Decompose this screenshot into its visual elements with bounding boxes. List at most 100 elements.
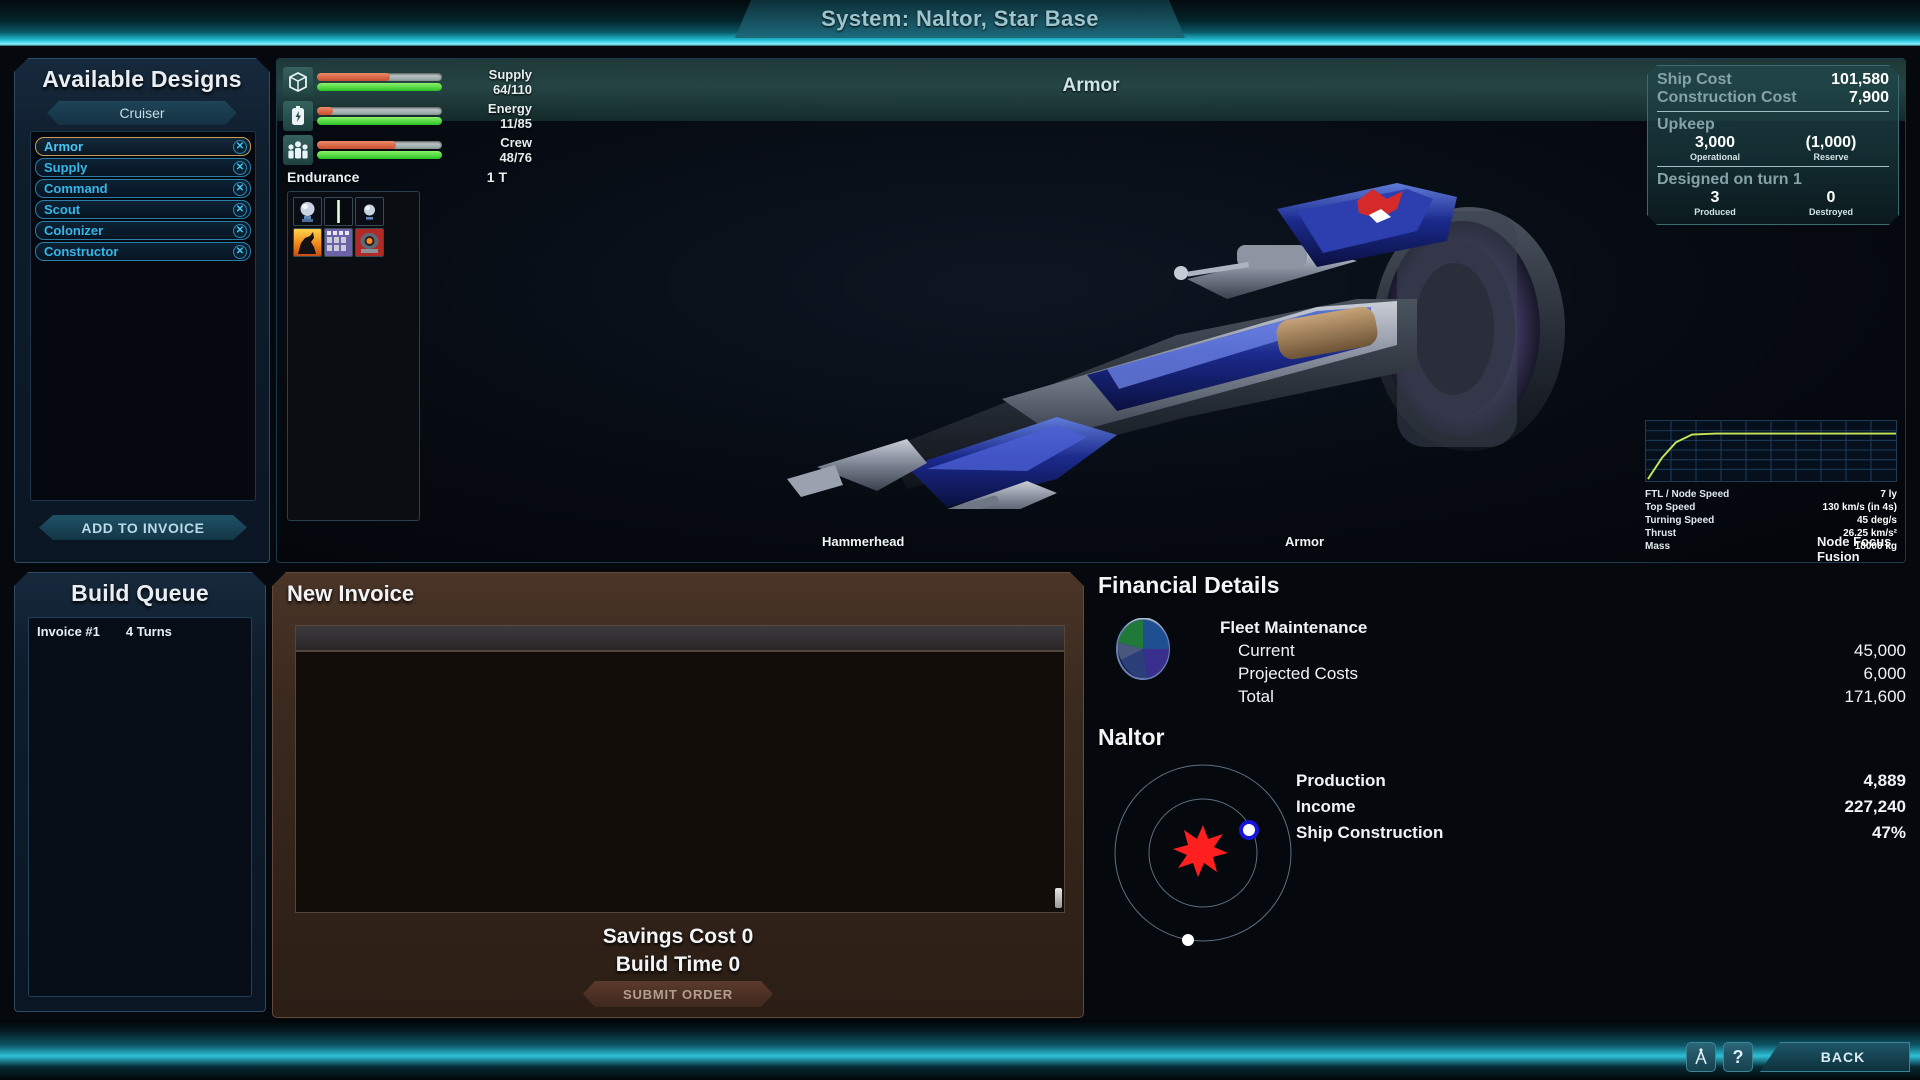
design-item-armor[interactable]: Armor ✕ (35, 137, 251, 156)
destroyed-stat: 0 Destroyed (1773, 189, 1889, 217)
close-icon[interactable]: ✕ (233, 140, 247, 154)
top-bar: System: Naltor, Star Base (0, 0, 1920, 46)
upkeep-label: Upkeep (1657, 116, 1715, 133)
available-designs-panel: Available Designs Cruiser Armor ✕ Supply ✕ C… (14, 58, 270, 563)
reactor-module-icon[interactable] (355, 228, 384, 257)
stat-bar-upper (317, 107, 442, 115)
spec-key: Mass (1645, 541, 1671, 552)
ship-cost-value: 101,580 (1831, 71, 1889, 88)
sensor-small-module-icon[interactable] (355, 197, 384, 226)
design-item-constructor[interactable]: Constructor ✕ (35, 242, 251, 261)
pie-chart-icon (1116, 618, 1170, 680)
system-name-title: Naltor (1098, 724, 1165, 750)
close-icon[interactable]: ✕ (233, 203, 247, 217)
ship-class-tab[interactable]: Cruiser (47, 101, 237, 125)
stat-bars (317, 139, 442, 161)
queue-item-turns: 4 Turns (125, 624, 172, 639)
designs-list[interactable]: Armor ✕ Supply ✕ Command ✕ Scout ✕ Colonizer ✕ Con… (30, 131, 256, 501)
build-queue-panel: Build Queue Invoice #1 4 Turns (14, 572, 266, 1012)
question-mark-icon[interactable]: ? (1723, 1042, 1753, 1072)
invoice-footer: Savings Cost 0 Build Time 0 SUBMIT ORDER (273, 925, 1083, 1007)
system-stat-label: Ship Construction (1296, 823, 1444, 842)
system-stat-label: Production (1296, 771, 1386, 790)
spec-key: FTL / Node Speed (1645, 489, 1730, 500)
invoice-scrollbar-thumb[interactable] (1055, 888, 1062, 908)
supply-crate-icon (283, 67, 313, 97)
stat-bar-lower (317, 151, 442, 159)
design-item-colonizer[interactable]: Colonizer ✕ (35, 221, 251, 240)
finance-row: Total 171,600 (1220, 685, 1906, 708)
finance-value: 45,000 (1854, 641, 1906, 660)
spec-row: FTL / Node Speed 7 ly (1645, 489, 1897, 500)
design-item-label: Supply (44, 160, 88, 175)
beam-module-icon[interactable] (324, 197, 353, 226)
build-queue-title: Build Queue (71, 580, 209, 606)
stat-bar-upper (317, 73, 442, 81)
produced-stat: 3 Produced (1657, 189, 1773, 217)
bottom-actions: ? BACK (1686, 1042, 1910, 1072)
invoice-column-header (295, 625, 1065, 651)
stat-row-supply: Supply 64/110 (283, 65, 713, 99)
production-values: 3 Produced 0 Destroyed (1657, 189, 1889, 217)
finance-row: Fleet Maintenance (1220, 616, 1906, 639)
stat-text: Crew 48/76 (452, 135, 532, 165)
spec-value: 26.25 km/s² (1843, 528, 1897, 539)
reserve-label: Reserve (1813, 152, 1849, 162)
invoice-items-area[interactable] (295, 651, 1065, 913)
stat-value: 11/85 (500, 116, 532, 131)
produced-label: Produced (1694, 207, 1736, 217)
operational-value: 3,000 (1694, 134, 1736, 151)
stat-label: Supply (488, 67, 532, 82)
endurance-row: Endurance 1 T (287, 169, 507, 185)
close-icon[interactable]: ✕ (233, 161, 247, 175)
destroyed-label: Destroyed (1808, 207, 1853, 217)
design-item-scout[interactable]: Scout ✕ (35, 200, 251, 219)
module-grid[interactable] (293, 197, 414, 257)
finance-value: 171,600 (1844, 687, 1906, 706)
crew-quarters-module-icon[interactable] (324, 228, 353, 257)
add-to-invoice-button[interactable]: ADD TO INVOICE (39, 515, 247, 540)
close-icon[interactable]: ✕ (233, 245, 247, 259)
finance-row: Current 45,000 (1220, 639, 1906, 662)
sensor-module-icon[interactable] (293, 197, 322, 226)
destroyed-value: 0 (1826, 189, 1836, 206)
submit-order-button[interactable]: SUBMIT ORDER (583, 981, 773, 1007)
build-time-text: Build Time 0 (615, 953, 741, 976)
stat-bar-lower (317, 117, 442, 125)
spec-value: 45 deg/s (1856, 515, 1897, 526)
ship-specs-panel: FTL / Node Speed 7 ly Top Speed 130 km/s (i… (1645, 420, 1897, 552)
close-icon[interactable]: ✕ (233, 182, 247, 196)
financial-details-panel: Financial Details Fleet Maintenance Curre… (1098, 572, 1910, 1018)
hammerhead-hull-icon[interactable] (293, 228, 322, 257)
build-queue-list[interactable]: Invoice #1 4 Turns (28, 617, 252, 997)
stat-bar-lower (317, 83, 442, 91)
finance-label: Projected Costs (1238, 664, 1358, 683)
finance-row: Projected Costs 6,000 (1220, 662, 1906, 685)
ship-model-render (787, 183, 1565, 509)
reserve-upkeep: (1,000) Reserve (1773, 134, 1889, 162)
design-item-command[interactable]: Command ✕ (35, 179, 251, 198)
module-list-box[interactable] (287, 191, 420, 521)
stat-row-crew: Crew 48/76 (283, 133, 713, 167)
new-invoice-panel: New Invoice Savings Cost 0 Build Time 0 … (272, 572, 1084, 1018)
build-queue-row[interactable]: Invoice #1 4 Turns (37, 624, 243, 639)
stat-row-energy: Energy 11/85 (283, 99, 713, 133)
compass-icon[interactable] (1686, 1042, 1716, 1072)
finance-label: Current (1238, 641, 1295, 660)
system-title-plate: System: Naltor, Star Base (735, 0, 1185, 38)
system-stat-value: 47% (1871, 823, 1906, 842)
stat-bar-upper (317, 141, 442, 149)
design-item-supply[interactable]: Supply ✕ (35, 158, 251, 177)
system-stats-rows: Production 4,889 Income 227,240 Ship Constru… (1296, 768, 1906, 846)
back-button[interactable]: BACK (1760, 1042, 1910, 1072)
operational-upkeep: 3,000 Operational (1657, 134, 1773, 162)
bottom-bar: ? BACK (0, 1020, 1920, 1080)
spec-key: Top Speed (1645, 502, 1696, 513)
design-item-label: Command (44, 181, 108, 196)
battery-icon (283, 101, 313, 131)
ship-viewport[interactable]: Armor Supply 64/110 Energy 11/85 Crew 48/76 E… (276, 58, 1906, 563)
close-icon[interactable]: ✕ (233, 224, 247, 238)
stat-value: 48/76 (499, 150, 532, 165)
spec-key: Thrust (1645, 528, 1677, 539)
system-orbit-diagram[interactable] (1108, 758, 1298, 948)
